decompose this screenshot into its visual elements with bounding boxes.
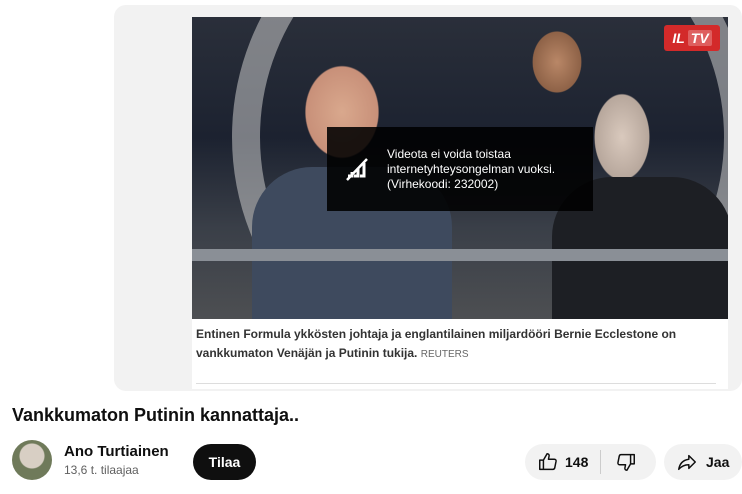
no-signal-icon	[327, 154, 387, 184]
share-arrow-icon	[676, 451, 698, 473]
channel-name[interactable]: Ano Turtiainen	[64, 443, 169, 460]
logo-tv-text: TV	[687, 30, 712, 46]
video-player[interactable]: IL TV Videota ei voida toistaa internety…	[114, 5, 742, 391]
like-dislike-group: 148	[525, 444, 656, 480]
share-label: Jaa	[706, 454, 730, 470]
video-title: Vankkumaton Putinin kannattaja..	[12, 405, 300, 425]
channel-avatar[interactable]	[12, 440, 52, 480]
logo-il-text: IL	[672, 30, 685, 46]
playback-error-overlay: Videota ei voida toistaa internetyhteyso…	[327, 127, 593, 211]
dislike-button[interactable]	[601, 444, 651, 480]
thumbs-up-icon	[537, 451, 559, 473]
error-line-1: Videota ei voida toistaa	[387, 146, 511, 161]
subscriber-count: 13,6 t. tilaajaa	[64, 463, 139, 477]
caption-source: REUTERS	[420, 349, 469, 360]
subscribe-button[interactable]: Tilaa	[193, 444, 256, 480]
image-caption: Entinen Formula ykkösten johtaja ja engl…	[196, 325, 696, 364]
share-button[interactable]: Jaa	[664, 444, 742, 480]
caption-divider	[196, 383, 716, 384]
channel-info: Ano Turtiainen 13,6 t. tilaajaa	[12, 440, 169, 480]
like-button[interactable]: 148	[525, 444, 600, 480]
thumbs-down-icon	[615, 451, 637, 473]
video-frame: IL TV Videota ei voida toistaa internety…	[192, 17, 728, 389]
error-line-2: internetyhteysongelman vuoksi.	[387, 161, 556, 176]
like-count: 148	[565, 454, 589, 470]
error-line-3: (Virhekoodi: 232002)	[387, 176, 499, 191]
video-thumbnail: IL TV Videota ei voida toistaa internety…	[192, 17, 728, 319]
il-tv-logo: IL TV	[664, 25, 720, 51]
